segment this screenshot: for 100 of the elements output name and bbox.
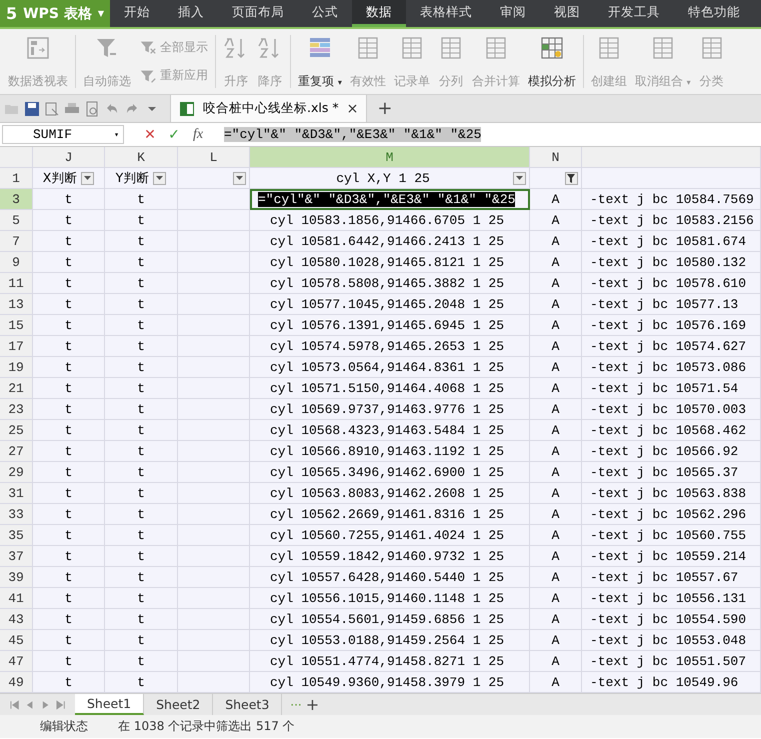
row-header[interactable]: 41 <box>0 588 33 609</box>
previous-sheet-icon[interactable] <box>25 700 34 710</box>
first-sheet-icon[interactable] <box>10 700 20 710</box>
filter-applied-button[interactable] <box>565 172 578 184</box>
menu-tab[interactable]: 特色功能 <box>674 0 754 27</box>
table-cell: t <box>105 504 178 525</box>
row-header[interactable]: 49 <box>0 672 33 693</box>
table-cell: t <box>105 546 178 567</box>
table-cell: A <box>530 252 582 273</box>
row-header[interactable]: 3 <box>0 189 33 210</box>
table-cell: A <box>530 357 582 378</box>
table-cell: cyl 10556.1015,91460.1148 1 25 <box>250 588 530 609</box>
row-header[interactable]: 25 <box>0 420 33 441</box>
table-cell: cyl 10573.0564,91464.8361 1 25 <box>250 357 530 378</box>
row-header[interactable]: 23 <box>0 399 33 420</box>
table-cell: A <box>530 462 582 483</box>
table-cell: -text j bc 10559.214 <box>582 546 761 567</box>
row-header[interactable]: 1 <box>0 168 33 189</box>
row-header[interactable]: 17 <box>0 336 33 357</box>
column-header[interactable]: N <box>530 147 582 168</box>
table-cell <box>178 546 250 567</box>
filter-dropdown-button[interactable] <box>153 172 166 184</box>
status-mode: 编辑状态 <box>40 718 88 735</box>
formula-field[interactable]: ="cyl"&" "&D3&","&E3&" "&1&" "&25 <box>224 127 482 142</box>
cancel-button[interactable]: ✕ <box>138 126 162 142</box>
row-header[interactable]: 29 <box>0 462 33 483</box>
table-cell: A <box>530 651 582 672</box>
print-preview-icon[interactable] <box>84 100 100 116</box>
filter-dropdown-button[interactable] <box>233 172 246 184</box>
table-cell: t <box>105 567 178 588</box>
table-cell: cyl 10566.8910,91463.1192 1 25 <box>250 441 530 462</box>
header-cell: cyl X,Y 1 25 <box>250 168 530 189</box>
column-header[interactable]: J <box>33 147 105 168</box>
menu-tab[interactable]: 开始 <box>110 0 164 27</box>
row-header[interactable]: 9 <box>0 252 33 273</box>
table-cell: A <box>530 609 582 630</box>
close-tab-button[interactable]: × <box>346 100 358 116</box>
table-cell <box>178 315 250 336</box>
table-cell: cyl 10553.0188,91459.2564 1 25 <box>250 630 530 651</box>
table-cell: -text j bc 10573.086 <box>582 357 761 378</box>
insert-function-button[interactable]: fx <box>186 126 210 142</box>
table-cell: t <box>33 441 105 462</box>
row-header[interactable]: 27 <box>0 441 33 462</box>
row-header[interactable]: 43 <box>0 609 33 630</box>
table-cell: t <box>105 420 178 441</box>
table-cell: cyl 10581.6442,91466.2413 1 25 <box>250 231 530 252</box>
menu-tab[interactable]: 审阅 <box>486 0 540 27</box>
ribbon-button[interactable]: 模拟分析 <box>524 29 580 94</box>
table-cell: t <box>33 462 105 483</box>
menu-tab[interactable]: 插入 <box>164 0 218 27</box>
document-tab[interactable]: 咬合桩中心线坐标.xls * × <box>170 95 368 122</box>
row-header[interactable]: 11 <box>0 273 33 294</box>
table-cell <box>178 483 250 504</box>
row-header[interactable]: 19 <box>0 357 33 378</box>
next-sheet-icon[interactable] <box>40 700 50 710</box>
menu-tab[interactable]: 视图 <box>540 0 594 27</box>
filter-dropdown-button[interactable] <box>81 172 94 184</box>
new-tab-button[interactable]: + <box>371 98 398 119</box>
menu-tab[interactable]: 页面布局 <box>218 0 298 27</box>
table-cell: -text j bc 10574.627 <box>582 336 761 357</box>
column-header[interactable]: L <box>178 147 250 168</box>
row-header[interactable]: 33 <box>0 504 33 525</box>
table-cell: A <box>530 399 582 420</box>
menu-tab[interactable]: 表格样式 <box>406 0 486 27</box>
table-cell: A <box>530 273 582 294</box>
save-icon[interactable] <box>24 100 40 116</box>
menu-tab[interactable]: 数据 <box>352 0 406 27</box>
row-header[interactable]: 13 <box>0 294 33 315</box>
menu-tab[interactable]: 公式 <box>298 0 352 27</box>
table-cell: -text j bc 10584.7569 <box>582 189 761 210</box>
table-cell <box>178 231 250 252</box>
row-header[interactable]: 21 <box>0 378 33 399</box>
table-cell: t <box>105 399 178 420</box>
row-header[interactable]: 47 <box>0 651 33 672</box>
table-cell: -text j bc 10568.462 <box>582 420 761 441</box>
table-cell: -text j bc 10556.131 <box>582 588 761 609</box>
row-header[interactable]: 45 <box>0 630 33 651</box>
row-header[interactable]: 37 <box>0 546 33 567</box>
select-all-corner[interactable] <box>0 147 33 168</box>
menu-tab[interactable]: 开发工具 <box>594 0 674 27</box>
row-header[interactable]: 7 <box>0 231 33 252</box>
table-cell: t <box>105 630 178 651</box>
column-header[interactable]: K <box>105 147 178 168</box>
export-icon[interactable] <box>44 100 60 116</box>
table-cell: t <box>33 336 105 357</box>
row-header[interactable]: 5 <box>0 210 33 231</box>
row-header[interactable]: 35 <box>0 525 33 546</box>
table-cell: cyl 10551.4774,91458.8271 1 25 <box>250 651 530 672</box>
row-header[interactable]: 15 <box>0 315 33 336</box>
table-cell <box>178 609 250 630</box>
sheet-tab[interactable]: Sheet1 <box>75 694 144 715</box>
name-box[interactable]: SUMIF ▾ <box>2 125 124 144</box>
row-header[interactable]: 39 <box>0 567 33 588</box>
last-sheet-icon[interactable] <box>56 700 65 710</box>
table-cell: t <box>33 378 105 399</box>
column-header[interactable]: M <box>250 147 530 168</box>
ribbon-button[interactable]: 重复项 ▾ <box>294 29 346 94</box>
filter-dropdown-button[interactable] <box>513 172 526 184</box>
row-header[interactable]: 31 <box>0 483 33 504</box>
add-sheet-button[interactable]: + <box>306 694 320 715</box>
